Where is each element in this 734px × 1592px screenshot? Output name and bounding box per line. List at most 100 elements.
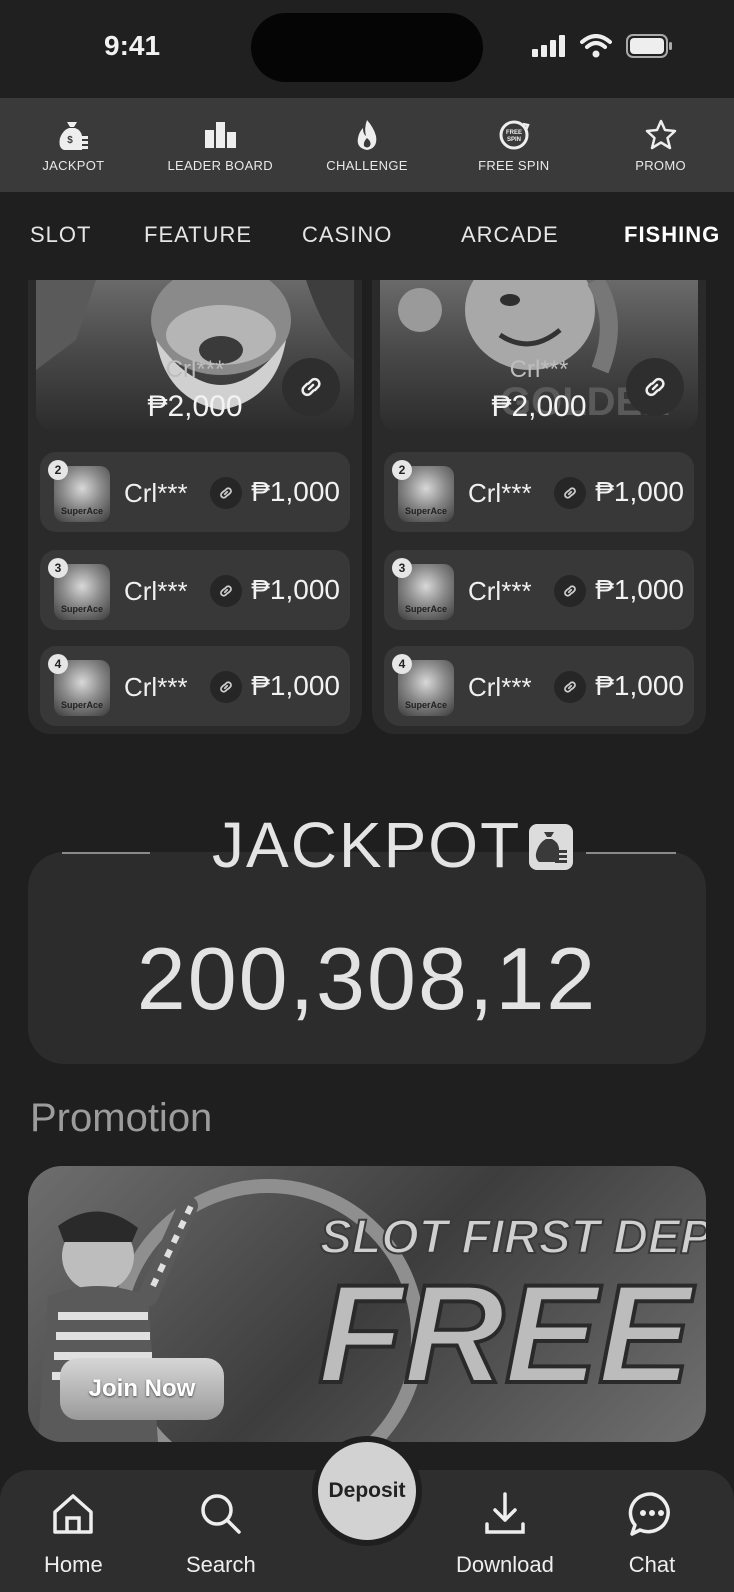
thumb-text: SuperAce bbox=[60, 700, 104, 710]
top-nav: $ JACKPOT LEADER BOARD CHALLENGE FREE SP… bbox=[0, 98, 734, 192]
nav-home[interactable]: Home bbox=[44, 1488, 103, 1578]
money-bag-icon: $ bbox=[59, 121, 89, 150]
row-user: Crl*** bbox=[468, 576, 532, 606]
tab-slot[interactable]: SLOT bbox=[30, 222, 91, 248]
rank-badge: 2 bbox=[392, 460, 412, 480]
status-icons bbox=[532, 34, 674, 58]
tab-casino[interactable]: CASINO bbox=[302, 222, 392, 248]
link-icon bbox=[220, 487, 232, 499]
rank-badge: 4 bbox=[392, 654, 412, 674]
promo-offer: FREE 15 bbox=[316, 1255, 706, 1412]
row-link-button[interactable] bbox=[554, 477, 586, 509]
row-link-button[interactable] bbox=[210, 575, 242, 607]
top-nav-label: JACKPOT bbox=[42, 157, 105, 173]
row-link-button[interactable] bbox=[554, 575, 586, 607]
category-tabs: SLOT FEATURE CASINO ARCADE FISHING bbox=[0, 192, 734, 280]
nav-search[interactable]: Search bbox=[186, 1488, 256, 1578]
chat-icon bbox=[628, 1492, 670, 1536]
tab-feature[interactable]: FEATURE bbox=[144, 222, 252, 248]
tab-arcade[interactable]: ARCADE bbox=[461, 222, 559, 248]
leaderboard-row[interactable]: SuperAce 3 Crl*** ₱1,000 bbox=[384, 550, 694, 630]
share-link-button[interactable] bbox=[282, 358, 340, 416]
wifi-icon bbox=[580, 34, 612, 58]
top-nav-label: LEADER BOARD bbox=[167, 157, 273, 173]
row-user: Crl*** bbox=[124, 478, 188, 508]
thumb-text: SuperAce bbox=[60, 604, 104, 614]
row-amount: ₱1,000 bbox=[595, 670, 684, 701]
leaderboard-card: Crl*** ₱2,000 SuperAce 2 Crl*** ₱1,000 S… bbox=[28, 280, 362, 734]
top-nav-leaderboard[interactable]: LEADER BOARD bbox=[147, 98, 294, 192]
jackpot-divider bbox=[62, 852, 150, 854]
join-now-button[interactable]: Join Now bbox=[60, 1358, 224, 1420]
home-icon bbox=[53, 1494, 94, 1534]
thumb-text: SuperAce bbox=[404, 506, 448, 516]
link-icon bbox=[220, 585, 232, 597]
top-nav-free-spin[interactable]: FREE SPIN FREE SPIN bbox=[440, 98, 587, 192]
top-nav-label: FREE SPIN bbox=[478, 157, 550, 173]
row-amount: ₱1,000 bbox=[595, 574, 684, 605]
free-spin-icon: FREE SPIN bbox=[499, 120, 530, 149]
row-user: Crl*** bbox=[124, 672, 188, 702]
top-nav-jackpot[interactable]: $ JACKPOT bbox=[0, 98, 147, 192]
promotion-heading: Promotion bbox=[30, 1096, 213, 1140]
nav-download[interactable]: Download bbox=[456, 1488, 554, 1578]
leaderboard-icon bbox=[205, 121, 237, 148]
row-amount: ₱1,000 bbox=[251, 476, 340, 507]
link-icon bbox=[564, 681, 576, 693]
row-link-button[interactable] bbox=[210, 671, 242, 703]
nav-label: Home bbox=[44, 1552, 103, 1577]
row-user: Crl*** bbox=[468, 672, 532, 702]
row-amount: ₱1,000 bbox=[251, 574, 340, 605]
top-nav-challenge[interactable]: CHALLENGE bbox=[294, 98, 441, 192]
svg-text:SPIN: SPIN bbox=[507, 137, 521, 143]
nav-chat[interactable]: Chat bbox=[626, 1488, 678, 1578]
jackpot-title: JACKPOT bbox=[212, 809, 522, 881]
link-icon bbox=[564, 487, 576, 499]
rank-badge: 3 bbox=[48, 558, 68, 578]
share-link-button[interactable] bbox=[626, 358, 684, 416]
rank-badge: 4 bbox=[48, 654, 68, 674]
row-link-button[interactable] bbox=[554, 671, 586, 703]
rank-badge: 2 bbox=[48, 460, 68, 480]
flame-icon bbox=[357, 119, 377, 150]
download-icon bbox=[485, 1492, 525, 1534]
leaderboard-row[interactable]: SuperAce 2 Crl*** ₱1,000 bbox=[384, 452, 694, 532]
thumb-text: SuperAce bbox=[404, 700, 448, 710]
leaderboard-row[interactable]: SuperAce 4 Crl*** ₱1,000 bbox=[384, 646, 694, 726]
leaderboard-row[interactable]: SuperAce 3 Crl*** ₱1,000 bbox=[40, 550, 350, 630]
leaderboard-top-winner[interactable]: GOLDEN Crl*** ₱2,000 bbox=[380, 280, 698, 432]
star-icon bbox=[645, 119, 676, 149]
jackpot-amount: 200,308,12 bbox=[136, 929, 598, 1028]
row-amount: ₱1,000 bbox=[595, 476, 684, 507]
promotion-banner[interactable]: SLOT FIRST DEPOS FREE 15 Join Now bbox=[28, 1166, 706, 1442]
svg-text:$: $ bbox=[68, 135, 74, 146]
leaderboard-card: GOLDEN Crl*** ₱2,000 SuperAce 2 Crl*** ₱… bbox=[372, 280, 706, 734]
link-icon bbox=[220, 681, 232, 693]
signal-icon bbox=[532, 35, 565, 57]
nav-label: Chat bbox=[628, 1552, 676, 1577]
search-icon bbox=[201, 1494, 241, 1534]
battery-icon bbox=[626, 34, 672, 58]
thumb-text: SuperAce bbox=[60, 506, 104, 516]
money-bag-icon bbox=[529, 824, 573, 870]
top-nav-label: PROMO bbox=[635, 157, 686, 173]
top-nav-label: CHALLENGE bbox=[326, 157, 408, 173]
jackpot-divider bbox=[586, 852, 676, 854]
row-user: Crl*** bbox=[468, 478, 532, 508]
rank-badge: 3 bbox=[392, 558, 412, 578]
leaderboard-row[interactable]: SuperAce 2 Crl*** ₱1,000 bbox=[40, 452, 350, 532]
row-link-button[interactable] bbox=[210, 477, 242, 509]
row-amount: ₱1,000 bbox=[251, 670, 340, 701]
dynamic-island bbox=[251, 13, 483, 82]
leaderboard-row[interactable]: SuperAce 4 Crl*** ₱1,000 bbox=[40, 646, 350, 726]
leaderboard-top-winner[interactable]: Crl*** ₱2,000 bbox=[36, 280, 354, 432]
status-time: 9:41 bbox=[104, 30, 161, 61]
link-icon bbox=[564, 585, 576, 597]
top-nav-promo[interactable]: PROMO bbox=[587, 98, 734, 192]
link-icon bbox=[645, 377, 665, 397]
svg-text:FREE: FREE bbox=[506, 130, 522, 136]
status-bar: 9:41 bbox=[0, 0, 734, 98]
tab-fishing[interactable]: FISHING bbox=[624, 222, 720, 248]
nav-label: Search bbox=[186, 1552, 256, 1577]
deposit-button[interactable]: Deposit bbox=[312, 1436, 422, 1546]
